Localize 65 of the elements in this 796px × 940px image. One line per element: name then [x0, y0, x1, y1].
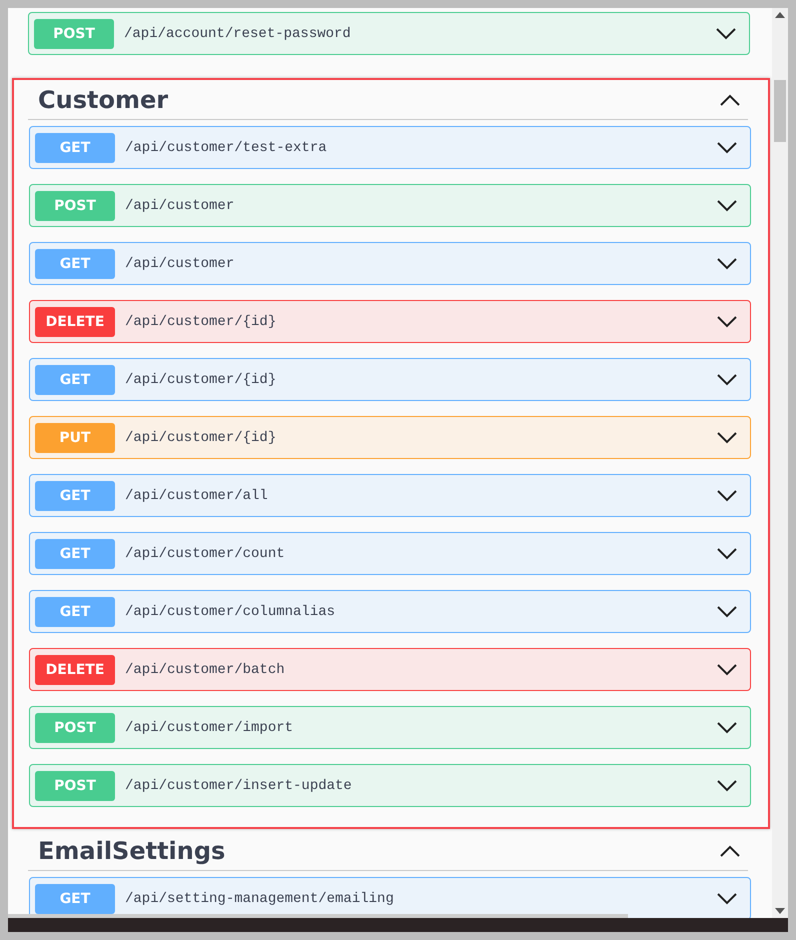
endpoint-path: /api/customer/import — [125, 720, 294, 736]
method-badge: PUT — [35, 422, 115, 452]
method-badge: GET — [35, 884, 115, 914]
operation-row[interactable]: POST /api/customer/import — [29, 706, 751, 749]
method-badge: POST — [35, 190, 115, 220]
chevron-down-icon[interactable] — [717, 606, 737, 618]
operation-row[interactable]: POST /api/customer/insert-update — [29, 764, 751, 807]
chevron-down-icon[interactable] — [717, 432, 737, 444]
chevron-up-icon[interactable] — [720, 94, 740, 106]
operation-row[interactable]: GET /api/customer/count — [29, 532, 751, 575]
chevron-down-icon[interactable] — [717, 780, 737, 792]
chevron-down-icon[interactable] — [717, 374, 737, 386]
chevron-down-icon[interactable] — [717, 548, 737, 560]
endpoint-path: /api/customer/columnalias — [125, 604, 336, 620]
chevron-down-icon[interactable] — [717, 664, 737, 676]
method-badge: GET — [35, 364, 115, 394]
method-badge: POST — [35, 770, 115, 800]
method-badge: GET — [35, 132, 115, 162]
operation-row[interactable]: GET /api/customer/{id} — [29, 358, 751, 401]
endpoint-path: /api/customer/insert-update — [125, 778, 353, 794]
operation-row[interactable]: GET /api/customer/test-extra — [29, 126, 751, 169]
chevron-down-icon[interactable] — [716, 28, 736, 40]
chevron-up-icon[interactable] — [720, 844, 740, 856]
endpoint-path: /api/customer/test-extra — [125, 140, 328, 156]
vertical-scrollbar[interactable] — [772, 8, 788, 918]
chevron-down-icon[interactable] — [717, 142, 737, 154]
method-badge: DELETE — [35, 654, 115, 684]
operation-row[interactable]: DELETE /api/customer/batch — [29, 648, 751, 691]
horizontal-scrollbar[interactable] — [8, 914, 628, 918]
method-badge: GET — [35, 480, 115, 510]
method-badge: GET — [35, 538, 115, 568]
operation-row[interactable]: GET /api/customer/all — [29, 474, 751, 517]
section-title[interactable]: EmailSettings — [38, 836, 226, 864]
operation-row[interactable]: GET /api/customer — [29, 242, 751, 285]
endpoint-path: /api/customer/{id} — [125, 372, 278, 388]
chevron-down-icon[interactable] — [717, 200, 737, 212]
section-title[interactable]: Customer — [38, 86, 168, 114]
scroll-down-icon[interactable] — [775, 908, 785, 914]
operation-row[interactable]: GET /api/customer/columnalias — [29, 590, 751, 633]
method-badge: GET — [35, 596, 115, 626]
endpoint-path: /api/customer/batch — [125, 662, 286, 678]
operation-row[interactable]: DELETE /api/customer/{id} — [29, 300, 751, 343]
method-badge: POST — [35, 712, 115, 742]
chevron-down-icon[interactable] — [717, 258, 737, 270]
chevron-down-icon[interactable] — [717, 316, 737, 328]
chevron-down-icon[interactable] — [717, 490, 737, 502]
operation-row[interactable]: POST /api/customer — [29, 184, 751, 227]
endpoint-path: /api/setting-management/emailing — [125, 890, 395, 906]
endpoint-path: /api/customer/{id} — [125, 314, 278, 330]
chevron-down-icon[interactable] — [717, 892, 737, 904]
chevron-down-icon[interactable] — [717, 722, 737, 734]
endpoint-path: /api/customer — [125, 256, 236, 272]
operation-row[interactable]: POST /api/account/reset-password — [28, 12, 750, 55]
method-badge: GET — [35, 248, 115, 278]
scrollbar-thumb[interactable] — [774, 80, 786, 142]
method-badge: POST — [34, 18, 114, 48]
endpoint-path: /api/customer/{id} — [125, 430, 278, 446]
scroll-up-icon[interactable] — [775, 12, 785, 18]
operation-row[interactable]: PUT /api/customer/{id} — [29, 416, 751, 459]
method-badge: DELETE — [35, 306, 115, 336]
endpoint-path: /api/customer/count — [125, 546, 286, 562]
endpoint-path: /api/account/reset-password — [124, 26, 352, 42]
endpoint-path: /api/customer — [125, 198, 236, 214]
operation-row[interactable]: GET /api/setting-management/emailing — [29, 877, 751, 918]
endpoint-path: /api/customer/all — [125, 488, 269, 504]
